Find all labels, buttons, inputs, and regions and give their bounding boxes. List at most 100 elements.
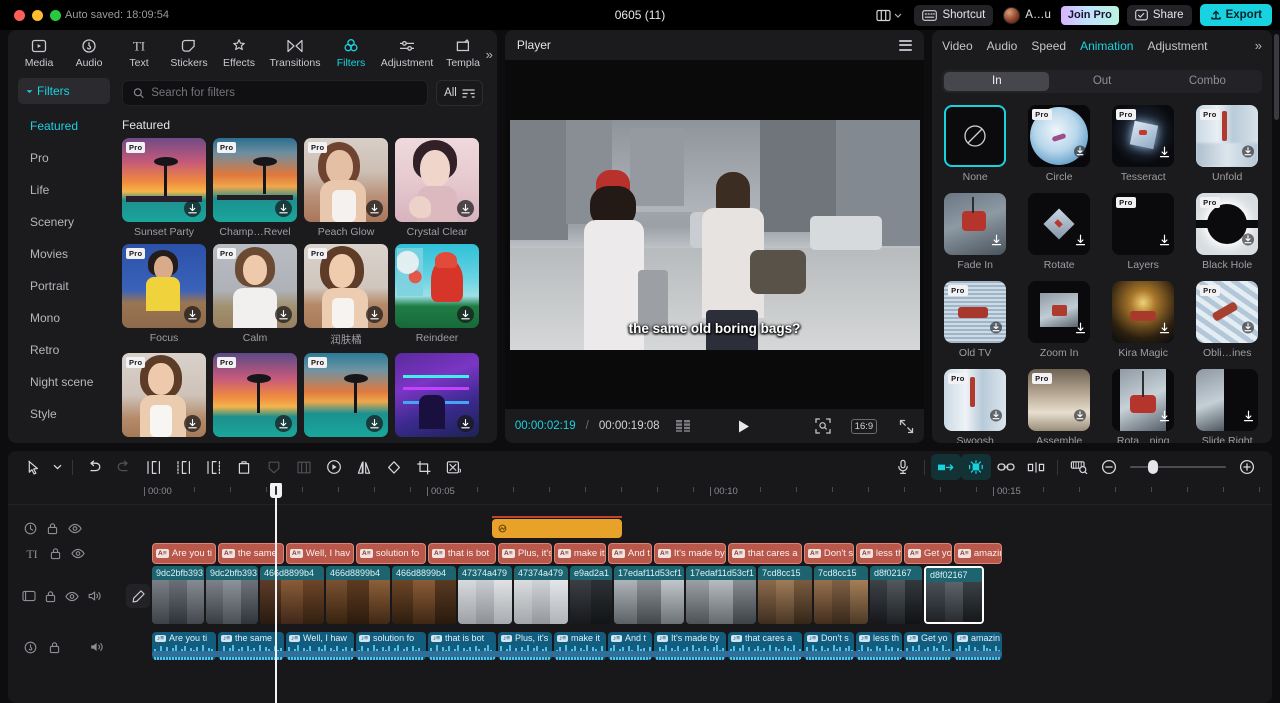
nav-more-button[interactable]: »	[486, 47, 493, 62]
filter-item[interactable]: Reindeer	[395, 244, 479, 347]
download-icon[interactable]	[1159, 145, 1170, 163]
tab-animation[interactable]: Animation	[1080, 39, 1133, 53]
search-box[interactable]	[122, 80, 429, 106]
download-icon[interactable]	[1074, 145, 1087, 163]
category-night-scene[interactable]: Night scene	[18, 366, 110, 398]
download-icon[interactable]	[184, 200, 201, 217]
video-clip[interactable]: 466d8899b4	[326, 566, 390, 624]
text-clip[interactable]: A≡ that cares a	[728, 543, 802, 564]
playhead[interactable]	[270, 483, 282, 703]
tab-video[interactable]: Video	[942, 39, 972, 53]
filter-item[interactable]	[395, 353, 479, 437]
snapshot-icon[interactable]	[319, 454, 349, 480]
download-icon[interactable]	[275, 415, 292, 432]
filter-item[interactable]: Pro 润肤橘	[304, 244, 388, 347]
animation-item-assemble[interactable]: Pro Assemble	[1028, 369, 1098, 443]
rotate-icon[interactable]	[379, 454, 409, 480]
auto-captions-icon[interactable]	[931, 454, 961, 480]
shortcut-button[interactable]: Shortcut	[914, 4, 994, 26]
text-track[interactable]: A≡ Are you ti A≡ the same A≡ Well, I hav A≡…	[118, 541, 1272, 566]
maximize-window-button[interactable]	[50, 9, 61, 21]
animation-item-rotate[interactable]: Rotate	[1028, 193, 1098, 271]
download-icon[interactable]	[1159, 321, 1170, 339]
effect-track[interactable]	[118, 516, 1272, 541]
download-icon[interactable]	[1242, 145, 1255, 163]
category-portrait[interactable]: Portrait	[18, 270, 110, 302]
video-icon[interactable]	[22, 590, 36, 602]
download-icon[interactable]	[184, 306, 201, 323]
nav-tab-media[interactable]: Media	[14, 36, 64, 69]
timeline-horizontal-scrollbar[interactable]	[118, 651, 1272, 657]
download-icon[interactable]	[1075, 233, 1086, 251]
window-controls[interactable]	[8, 9, 61, 21]
segment-combo[interactable]: Combo	[1155, 72, 1260, 92]
play-button[interactable]	[737, 419, 751, 434]
animation-item-old-tv[interactable]: Pro Old TV	[944, 281, 1014, 359]
text-icon[interactable]: TI	[24, 547, 40, 560]
zoom-fit-button[interactable]	[815, 418, 831, 434]
aspect-ratio-button[interactable]: 16:9	[850, 418, 878, 434]
export-button[interactable]: Export	[1199, 4, 1272, 26]
video-clip[interactable]: 7cd8cc15	[814, 566, 868, 624]
video-clip[interactable]: 7cd8cc15	[758, 566, 812, 624]
filter-item[interactable]: Pro	[213, 353, 297, 437]
nav-tab-adjustment[interactable]: Adjustment	[376, 36, 438, 69]
animation-item-oblique-lines[interactable]: Pro Obli…ines	[1196, 281, 1266, 359]
freeze-icon[interactable]	[289, 454, 319, 480]
download-icon[interactable]	[1159, 233, 1170, 251]
mirror-icon[interactable]	[349, 454, 379, 480]
animation-item-zoom-in[interactable]: Zoom In	[1028, 281, 1098, 359]
microphone-icon[interactable]	[888, 454, 918, 480]
video-clip-selected[interactable]: d8f02167	[924, 566, 984, 624]
download-icon[interactable]	[275, 306, 292, 323]
text-clip[interactable]: A≡ And t	[608, 543, 652, 564]
animation-item-black-hole[interactable]: Pro Black Hole	[1196, 193, 1266, 271]
eye-icon[interactable]	[71, 548, 85, 559]
player-stage[interactable]: the same old boring bags?	[504, 60, 925, 409]
category-life[interactable]: Life	[18, 174, 110, 206]
text-clip[interactable]: A≡ Don't s	[804, 543, 854, 564]
download-icon[interactable]	[457, 415, 474, 432]
nav-tab-audio[interactable]: Audio	[64, 36, 114, 69]
video-clip[interactable]: 9dc2bfb393	[152, 566, 204, 624]
eye-icon[interactable]	[68, 523, 82, 534]
category-pro[interactable]: Pro	[18, 142, 110, 174]
tab-adjustment[interactable]: Adjustment	[1147, 39, 1207, 53]
download-icon[interactable]	[275, 200, 292, 217]
audio-icon[interactable]	[24, 641, 37, 654]
tab-speed[interactable]: Speed	[1031, 39, 1066, 53]
filter-item[interactable]: Pro Peach Glow	[304, 138, 388, 238]
minimize-window-button[interactable]	[32, 9, 43, 21]
split-left-icon[interactable]	[139, 454, 169, 480]
video-clip[interactable]: 47374a479	[458, 566, 512, 624]
account-menu[interactable]: A…u	[1001, 6, 1053, 24]
zoom-in-icon[interactable]	[1232, 454, 1262, 480]
download-icon[interactable]	[1159, 409, 1170, 427]
filter-item[interactable]: Pro	[122, 353, 206, 437]
text-clip[interactable]: A≡ Get yo	[904, 543, 952, 564]
animation-item-circle[interactable]: Pro Circle	[1028, 105, 1098, 183]
split-clip-icon[interactable]	[1021, 454, 1051, 480]
video-clip[interactable]: d8f02167	[870, 566, 922, 624]
lock-icon[interactable]	[47, 522, 58, 535]
animation-item-tesseract[interactable]: Pro Tesseract	[1112, 105, 1182, 183]
download-icon[interactable]	[184, 415, 201, 432]
filter-item[interactable]: Pro Champ…Revel	[213, 138, 297, 238]
video-clip[interactable]: e9ad2a1	[570, 566, 612, 624]
animation-item-swoosh[interactable]: Pro Swoosh	[944, 369, 1014, 443]
filter-item[interactable]: Pro Focus	[122, 244, 206, 347]
text-clip[interactable]: A≡ that is bot	[428, 543, 496, 564]
video-clip[interactable]: 9dc2bfb393	[206, 566, 258, 624]
video-clip[interactable]: 466d8899b4	[392, 566, 456, 624]
download-icon[interactable]	[990, 321, 1003, 339]
animation-item-fade-in[interactable]: Fade In	[944, 193, 1014, 271]
category-movies[interactable]: Movies	[18, 238, 110, 270]
shield-icon[interactable]	[259, 454, 289, 480]
text-clip[interactable]: A≡ solution fo	[356, 543, 426, 564]
download-icon[interactable]	[457, 306, 474, 323]
text-clip[interactable]: A≡ Well, I hav	[286, 543, 354, 564]
delete-icon[interactable]	[229, 454, 259, 480]
layout-switcher[interactable]	[872, 9, 906, 22]
playhead-handle[interactable]	[270, 483, 282, 498]
volume-icon[interactable]	[88, 590, 102, 602]
